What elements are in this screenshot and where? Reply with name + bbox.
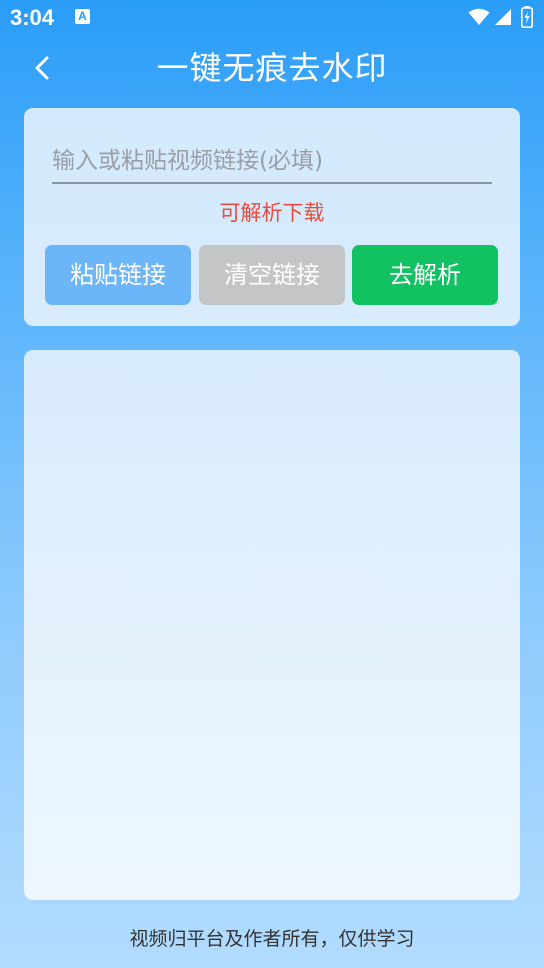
input-card: 可解析下载 粘贴链接 清空链接 去解析	[24, 108, 520, 326]
footer-disclaimer: 视频归平台及作者所有，仅供学习	[129, 928, 415, 950]
status-time: 3:04	[10, 5, 55, 30]
a-notification-icon: A	[75, 9, 90, 24]
result-panel	[24, 350, 520, 900]
app-header: 一键无痕去水印	[0, 36, 544, 100]
signal-icon	[495, 9, 511, 25]
status-bar: 3:04 A	[0, 0, 544, 36]
parse-button[interactable]: 去解析	[352, 245, 498, 305]
parse-status-message: 可解析下载	[219, 201, 325, 225]
battery-icon	[521, 6, 533, 28]
page-title: 一键无痕去水印	[156, 49, 388, 87]
paste-link-button[interactable]: 粘贴链接	[45, 245, 191, 305]
wifi-icon	[468, 8, 490, 25]
video-link-input[interactable]	[52, 144, 492, 184]
clear-link-button[interactable]: 清空链接	[199, 245, 345, 305]
